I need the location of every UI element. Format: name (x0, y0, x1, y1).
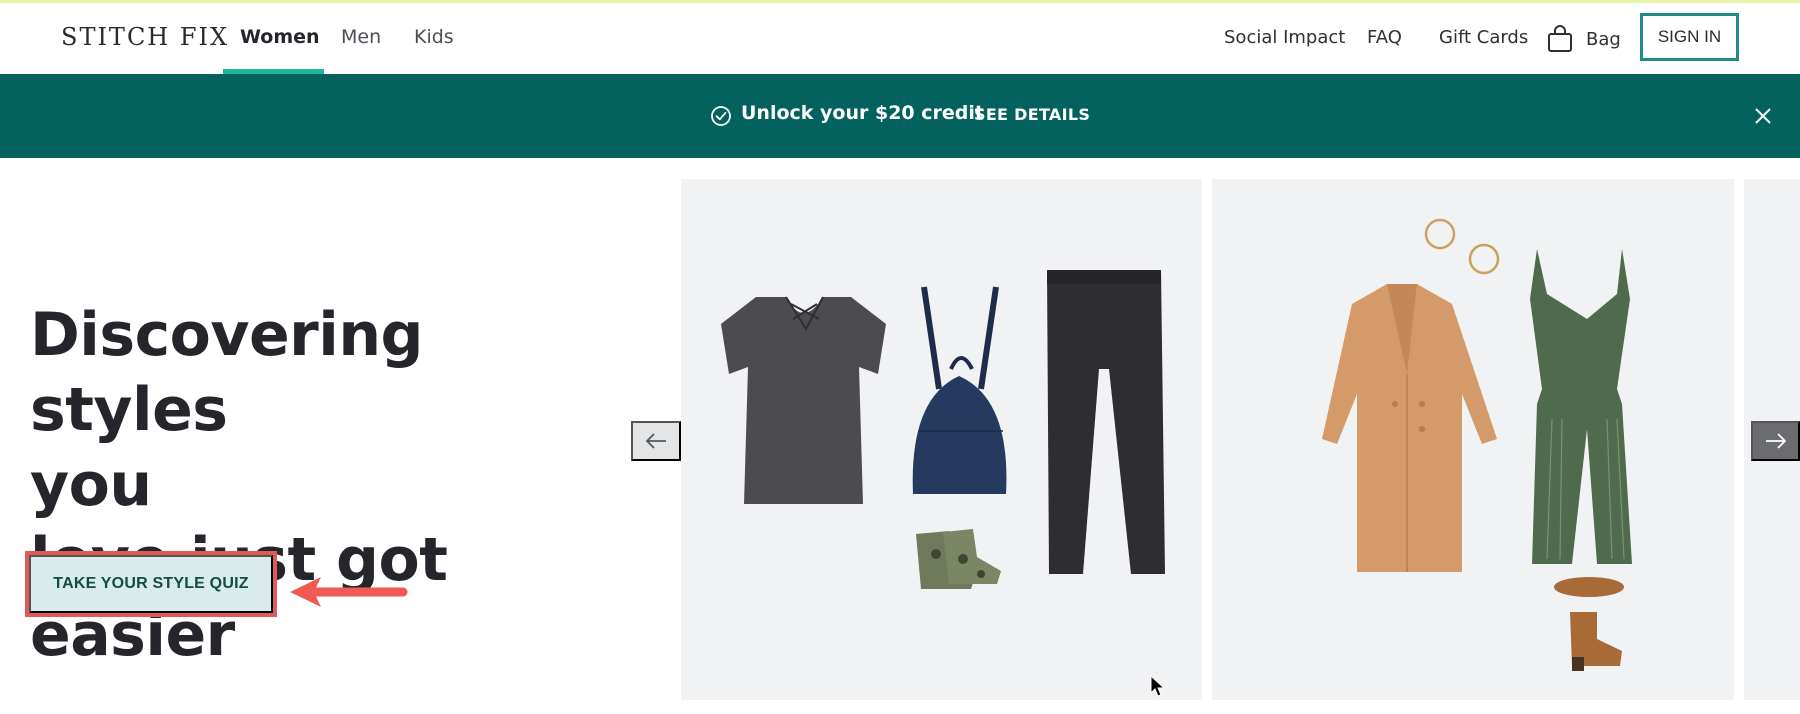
nav-kids[interactable]: Kids (414, 26, 454, 48)
headline-line: Discovering styles (30, 300, 424, 445)
promo-banner: Unlock your $20 credit SEE DETAILS (0, 74, 1800, 158)
see-details-link[interactable]: SEE DETAILS (974, 105, 1090, 124)
carousel-prev-button[interactable] (631, 421, 681, 461)
site-header: STITCH FIX Women Men Kids Social Impact … (0, 3, 1800, 74)
nav-bag[interactable]: Bag (1586, 29, 1621, 50)
nav-women[interactable]: Women (240, 26, 320, 48)
nav-faq[interactable]: FAQ (1367, 27, 1402, 48)
outfit-image-casual (721, 270, 1165, 589)
tee-item (721, 297, 886, 504)
check-circle-icon (711, 106, 731, 126)
close-icon[interactable] (1753, 106, 1773, 126)
nav-gift-cards[interactable]: Gift Cards (1439, 27, 1528, 48)
jumpsuit-item (1530, 249, 1632, 564)
outfit-card[interactable] (1212, 179, 1734, 700)
arrow-left-icon (645, 433, 666, 449)
nav-men[interactable]: Men (341, 26, 381, 48)
shopping-bag-icon[interactable] (1547, 24, 1573, 54)
carousel-next-button[interactable] (1751, 421, 1800, 461)
outfit-image-fall (1322, 218, 1632, 671)
backpack-item (912, 376, 1007, 494)
earrings-item (1424, 218, 1500, 275)
arrow-right-icon (1765, 433, 1786, 449)
style-quiz-button[interactable]: TAKE YOUR STYLE QUIZ (29, 555, 273, 613)
headline-line: you (30, 450, 152, 520)
annotation-arrow-icon (290, 577, 408, 607)
nav-social-impact[interactable]: Social Impact (1224, 27, 1345, 48)
logo[interactable]: STITCH FIX (61, 23, 229, 51)
outfit-card[interactable] (681, 179, 1202, 700)
mouse-cursor-icon (1150, 675, 1166, 697)
promo-text: Unlock your $20 credit (741, 102, 984, 124)
chelsea-boots-item (1554, 577, 1624, 671)
jeans-item (1047, 270, 1165, 574)
sign-in-button[interactable]: SIGN IN (1640, 13, 1739, 61)
booties-item (916, 529, 1001, 589)
